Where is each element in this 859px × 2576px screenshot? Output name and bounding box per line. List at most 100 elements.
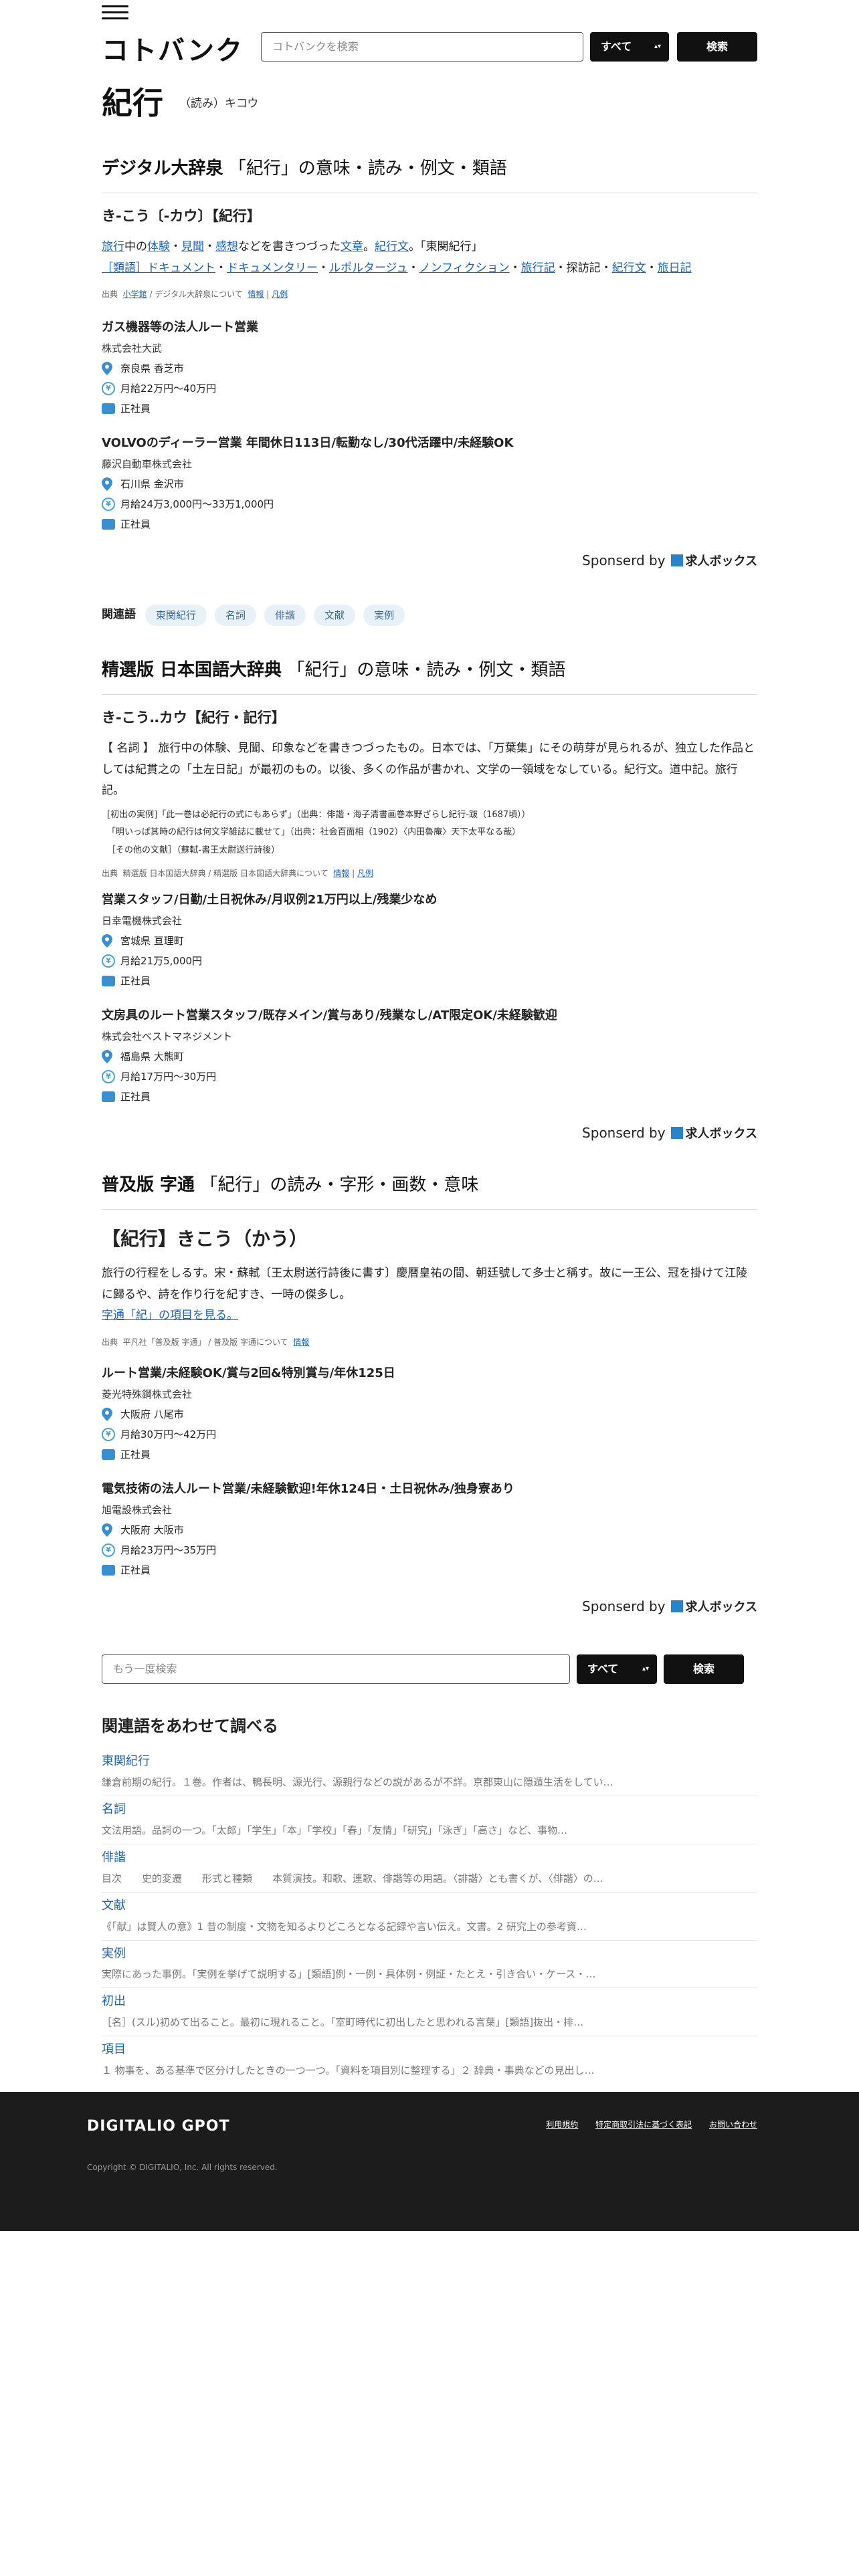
job-salary: 月給21万5,000円 (120, 954, 203, 967)
select-arrow-icon: ▴▾ (642, 1665, 649, 1673)
footer-link-contact[interactable]: お問い合わせ (709, 2120, 757, 2129)
job-title[interactable]: VOLVOのディーラー営業 年間休日113日/転勤なし/30代活躍中/未経験OK (102, 434, 757, 453)
link-bunsho[interactable]: 文章 (341, 240, 363, 253)
related-tags-label: 関連語 (102, 608, 136, 622)
related-item-title[interactable]: 初出 (102, 1992, 757, 2012)
job-title[interactable]: ルート営業/未経験OK/賞与2回&特別賞与/年休125日 (102, 1364, 757, 1384)
sponsored-by[interactable]: Sponserd by 求人ボックス (102, 1122, 757, 1144)
related-tag[interactable]: 名詞 (215, 605, 257, 626)
search-input[interactable]: コトバンクを検索 (261, 32, 583, 62)
job-card[interactable]: 電気技術の法人ルート営業/未経験歓迎!年休124日・土日祝休み/独身寮あり 旭電… (102, 1480, 757, 1578)
yen-icon: ¥ (102, 1427, 115, 1441)
ruigo-link[interactable]: 旅行記 (521, 261, 555, 275)
briefcase-icon (102, 403, 115, 414)
ruigo-link[interactable]: ドキュメント (147, 261, 215, 275)
page-title: 紀行 (102, 85, 163, 121)
copyright: Copyright © DIGITALIO, Inc. All rights r… (87, 2163, 278, 2172)
job-company: 日幸電機株式会社 (102, 914, 183, 927)
job-location: 福島県 大熊町 (120, 1050, 184, 1063)
entry-heading: 【紀行】きこう（かう） (102, 1227, 308, 1250)
entry-body: 旅行の行程をしるす。宋・蘇軾〔王太尉送行詩後に書す〕慶暦皇祐の間、朝廷號して多士… (102, 1267, 748, 1301)
related-item[interactable]: 文献 《「献」は賢人の意》1 昔の制度・文物を知るよりどころとなる記録や言い伝え。… (102, 1893, 757, 1941)
job-ads-1: ガス機器等の法人ルート営業 株式会社大武 奈良県 香芝市 ¥ 月給22万円〜40万… (102, 301, 757, 571)
ruigo-label[interactable]: ［類語］ (102, 261, 147, 275)
job-salary: 月給23万円〜35万円 (120, 1543, 217, 1556)
job-card[interactable]: 文房具のルート営業スタッフ/既存メイン/賞与あり/残業なし/AT限定OK/未経験… (102, 1006, 757, 1105)
job-title[interactable]: 営業スタッフ/日勤/土日祝休み/月収例21万円以上/残業少なめ (102, 891, 757, 910)
location-pin-icon (102, 1407, 115, 1421)
source-line: 出典 小学館 / デジタル大辞泉について 情報 | 凡例 (102, 290, 288, 300)
search-again-button[interactable]: 検索 (664, 1654, 744, 1684)
job-card[interactable]: VOLVOのディーラー営業 年間休日113日/転勤なし/30代活躍中/未経験OK… (102, 434, 757, 532)
sponsored-by[interactable]: Sponserd by 求人ボックス (102, 1596, 757, 1618)
footer-link-tokushoho[interactable]: 特定商取引法に基づく表記 (595, 2120, 692, 2129)
job-type: 正社員 (120, 1564, 151, 1576)
ruigo-link[interactable]: ノンフィクション (419, 261, 509, 275)
ruigo-link[interactable]: ルポルタージュ (329, 261, 407, 275)
related-item[interactable]: 初出 ［名］(スル)初めて出ること。最初に現れること。「室町時代に初出したと思われ… (102, 1988, 757, 2037)
example-2: 「明いっぱ其時の紀行は何文学雑誌に載せて」（出典：社会百面相（1902）〈内田魯… (107, 827, 521, 838)
related-tag[interactable]: 実例 (363, 605, 405, 626)
scope-select[interactable]: すべて ▴▾ (590, 32, 669, 62)
related-item-title[interactable]: 名詞 (102, 1800, 757, 1820)
related-tag[interactable]: 東関紀行 (145, 605, 207, 626)
job-card[interactable]: ガス機器等の法人ルート営業 株式会社大武 奈良県 香芝市 ¥ 月給22万円〜40万… (102, 318, 757, 417)
related-item[interactable]: 項目 １ 物事を、ある基準で区分けしたときの一つ一つ。「資料を項目別に整理する」２… (102, 2036, 757, 2084)
link-kanso[interactable]: 感想 (215, 240, 238, 253)
related-item[interactable]: 名詞 文法用語。品詞の一つ。「太郎」「学生」「本」「学校」「春」「友情」「研究」「… (102, 1796, 757, 1844)
search-button[interactable]: 検索 (677, 32, 757, 62)
hanrei-link[interactable]: 凡例 (272, 290, 288, 299)
related-tag[interactable]: 文献 (314, 605, 356, 626)
job-card[interactable]: ルート営業/未経験OK/賞与2回&特別賞与/年休125日 菱光特殊鋼株式会社 大… (102, 1364, 757, 1463)
ruigo-link[interactable]: 紀行文 (612, 261, 646, 275)
briefcase-icon (102, 1091, 115, 1102)
jitsu-item-link[interactable]: 字通「紀」の項目を見る。 (102, 1309, 238, 1322)
related-item-title[interactable]: 実例 (102, 1945, 757, 1964)
link-kenbun[interactable]: 見聞 (181, 240, 204, 253)
section-heading: 精選版 日本国語大辞典 「紀行」の意味・読み・例文・類語 (102, 657, 757, 695)
link-taiken[interactable]: 体験 (147, 240, 170, 253)
location-pin-icon (102, 361, 115, 375)
footer-link-terms[interactable]: 利用規約 (546, 2120, 578, 2129)
site-logo[interactable]: コトバンク (102, 29, 244, 72)
section-nikkoku: 精選版 日本国語大辞典 「紀行」の意味・読み・例文・類語 き‐こう‥カウ【紀行・… (102, 657, 757, 880)
menu-icon[interactable] (102, 5, 128, 21)
location-pin-icon (102, 477, 115, 491)
link-kikobun[interactable]: 紀行文 (375, 240, 409, 253)
sponsored-by[interactable]: Sponserd by 求人ボックス (102, 550, 757, 572)
related-item[interactable]: 俳諧 目次 史的変遷 形式と種類 本質演技。和歌、連歌、俳諧等の用語。〈誹諧〉とも… (102, 1844, 757, 1893)
related-item-title[interactable]: 文献 (102, 1897, 757, 1916)
footer-links: 利用規約 特定商取引法に基づく表記 お問い合わせ (531, 2119, 757, 2131)
ruigo-link[interactable]: 旅日記 (658, 261, 692, 275)
job-card[interactable]: 営業スタッフ/日勤/土日祝休み/月収例21万円以上/残業少なめ 日幸電機株式会社… (102, 891, 757, 989)
related-item-title[interactable]: 項目 (102, 2040, 757, 2060)
entry-heading: き‐こう〔‐カウ〕【紀行】 (102, 207, 261, 224)
footer-logo[interactable]: DIGITALIO GPOT (87, 2115, 229, 2138)
related-item[interactable]: 実例 実際にあった事例。「実例を挙げて説明する」[類語]例・一例・具体例・例証・た… (102, 1941, 757, 1989)
related-item-title[interactable]: 東関紀行 (102, 1752, 757, 1772)
job-title[interactable]: ガス機器等の法人ルート営業 (102, 318, 757, 338)
source-link[interactable]: 小学館 (123, 290, 147, 299)
job-ads-3: ルート営業/未経験OK/賞与2回&特別賞与/年休125日 菱光特殊鋼株式会社 大… (102, 1347, 757, 1617)
job-salary: 月給30万円〜42万円 (120, 1428, 217, 1440)
footer: DIGITALIO GPOT 利用規約 特定商取引法に基づく表記 お問い合わせ … (0, 2092, 859, 2231)
info-link[interactable]: 情報 (248, 290, 264, 299)
section-jitsu: 普及版 字通 「紀行」の読み・字形・画数・意味 【紀行】きこう（かう） 旅行の行… (102, 1172, 757, 1349)
kyujinbox-logo-icon (670, 1126, 683, 1139)
ruigo-link[interactable]: ドキュメンタリー (227, 261, 318, 275)
scope-select-2[interactable]: すべて ▴▾ (577, 1654, 657, 1684)
location-pin-icon (102, 934, 115, 948)
info-link[interactable]: 情報 (293, 1337, 309, 1347)
job-title[interactable]: 文房具のルート営業スタッフ/既存メイン/賞与あり/残業なし/AT限定OK/未経験… (102, 1006, 757, 1026)
related-tag[interactable]: 俳諧 (264, 605, 306, 626)
scope-select-label: すべて (587, 1662, 619, 1675)
link-ryoko[interactable]: 旅行 (102, 240, 124, 253)
related-item[interactable]: 東関紀行 鎌倉前期の紀行。１巻。作者は、鴨長明、源光行、源親行などの説があるが不詳… (102, 1748, 757, 1797)
job-type: 正社員 (120, 518, 151, 530)
job-ads-2: 営業スタッフ/日勤/土日祝休み/月収例21万円以上/残業少なめ 日幸電機株式会社… (102, 873, 757, 1144)
job-location: 石川県 金沢市 (120, 477, 184, 490)
related-item-title[interactable]: 俳諧 (102, 1848, 757, 1868)
briefcase-icon (102, 975, 115, 986)
job-title[interactable]: 電気技術の法人ルート営業/未経験歓迎!年休124日・土日祝休み/独身寮あり (102, 1480, 757, 1499)
search-again-input[interactable]: もう一度検索 (102, 1654, 570, 1684)
